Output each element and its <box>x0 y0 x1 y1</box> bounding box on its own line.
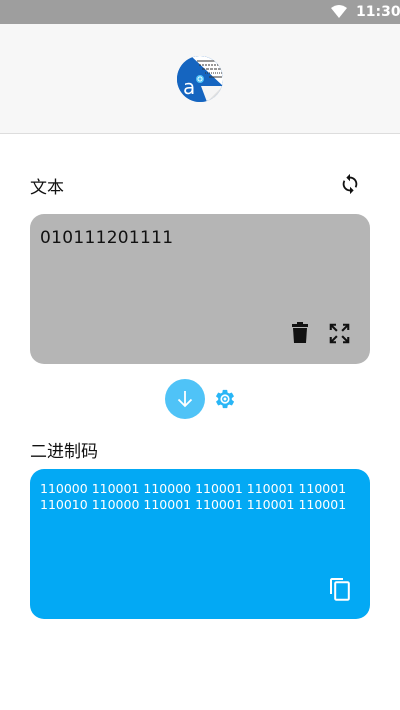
logo-letter: a <box>183 75 196 99</box>
refresh-icon[interactable] <box>339 173 361 195</box>
status-time: 11:30 <box>356 4 400 20</box>
text-input-card[interactable]: 010111201111 <box>30 214 370 364</box>
wifi-icon <box>331 5 347 18</box>
binary-section-title: 二进制码 <box>30 442 98 462</box>
app-header: a <box>0 24 400 134</box>
copy-icon[interactable] <box>329 577 351 601</box>
text-input-value[interactable]: 010111201111 <box>40 228 173 248</box>
fullscreen-icon[interactable] <box>329 323 350 344</box>
status-bar: 11:30 <box>0 0 400 24</box>
convert-button[interactable] <box>165 379 205 419</box>
binary-output-value: 110000 110001 110000 110001 110001 11000… <box>40 481 347 512</box>
arrow-down-icon <box>177 391 193 408</box>
binary-output-card: 110000 110001 110000 110001 110001 11000… <box>30 469 370 619</box>
text-section-title: 文本 <box>30 178 64 198</box>
trash-icon[interactable] <box>290 322 310 344</box>
app-logo-icon: a <box>177 56 223 102</box>
gear-icon[interactable] <box>214 388 236 410</box>
